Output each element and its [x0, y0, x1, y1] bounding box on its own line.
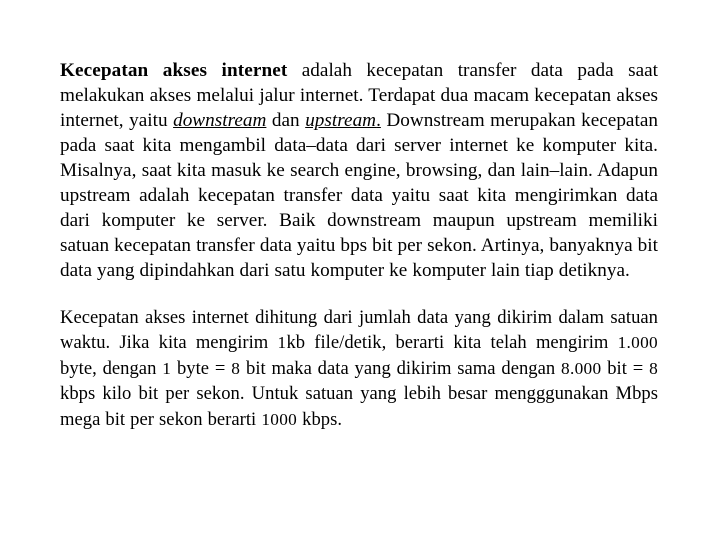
- paragraph-2-segment-8: kbps.: [297, 408, 343, 430]
- paragraph-1-bold-lead: Kecepatan akses internet: [60, 60, 288, 81]
- paragraph-2: Kecepatan akses internet dihitung dari j…: [60, 305, 658, 432]
- value-8000-bit: 8.000: [561, 358, 602, 378]
- term-upstream: upstream: [305, 110, 377, 131]
- value-1000-byte: 1.000: [617, 333, 658, 353]
- document-text-block: Kecepatan akses internet adalah kecepata…: [60, 58, 658, 432]
- paragraph-2-segment-3: byte, dengan: [60, 357, 163, 379]
- paragraph-1-segment-3: Downstream merupakan kecepatan pada saat…: [60, 110, 658, 281]
- value-1-byte: 1: [162, 358, 172, 378]
- value-8-kbps: 8: [649, 358, 659, 378]
- paragraph-2-segment-4: byte =: [171, 357, 232, 379]
- paragraph-2-segment-2: kb file/detik, berarti kita telah mengir…: [286, 332, 618, 354]
- paragraph-1: Kecepatan akses internet adalah kecepata…: [60, 58, 658, 283]
- paragraph-2-segment-6: bit =: [601, 357, 650, 379]
- paragraph-1-segment-2: dan: [266, 110, 306, 131]
- paragraph-2-segment-5: bit maka data yang dikirim sama dengan: [240, 357, 562, 379]
- value-1000-kbps: 1000: [261, 409, 298, 429]
- paragraph-2-segment-7: kbps kilo bit per sekon. Untuk satuan ya…: [60, 383, 658, 430]
- value-8-bit: 8: [231, 358, 241, 378]
- term-downstream: downstream: [173, 110, 267, 131]
- document-page: Kecepatan akses internet adalah kecepata…: [0, 0, 720, 540]
